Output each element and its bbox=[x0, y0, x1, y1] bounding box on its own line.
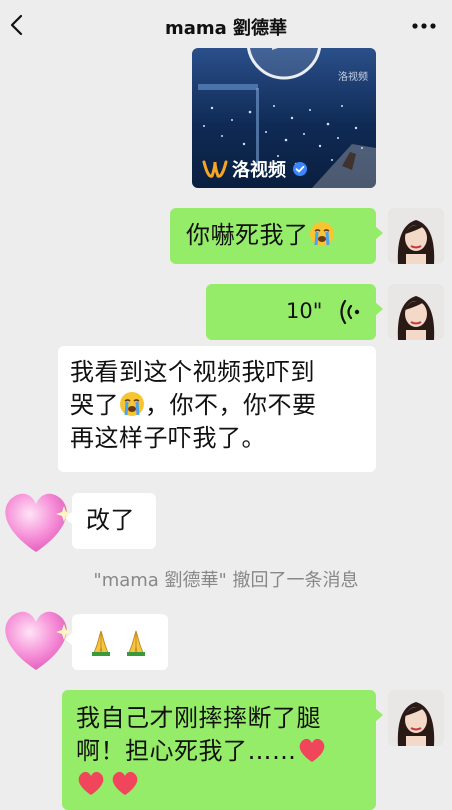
message-line: 哭了 ，你不，你不要 bbox=[70, 389, 376, 422]
avatar-self[interactable] bbox=[388, 284, 444, 340]
voice-message-bubble[interactable]: 10" bbox=[206, 284, 383, 340]
message-line: 我自己才刚摔摔断了腿 bbox=[76, 704, 321, 732]
message-line: 我看到这个视频我吓到 bbox=[70, 358, 315, 386]
navigation-bar: mama 劉德華 bbox=[0, 0, 452, 50]
message-text: 啊！担心死我了…… bbox=[76, 737, 297, 765]
red-heart-emoji bbox=[299, 738, 324, 762]
bubble-tail bbox=[65, 632, 73, 646]
bubble-tail bbox=[65, 511, 73, 525]
message-bubble-received[interactable] bbox=[65, 614, 168, 670]
voice-duration: 10" bbox=[286, 299, 323, 323]
crying-face-emoji bbox=[309, 222, 334, 246]
message-bubble-sent[interactable]: 我自己才刚摔摔断了腿 啊！担心死我了…… bbox=[62, 690, 383, 810]
avatar-portrait bbox=[388, 208, 444, 264]
message-bubble-received[interactable]: 我看到这个视频我吓到 哭了 ，你不，你不要 再这样子吓我了。 bbox=[58, 346, 376, 472]
praying-hands-emoji bbox=[127, 630, 146, 656]
praying-hands-emoji bbox=[92, 630, 110, 656]
video-share-card[interactable]: 洛视频 洛视频 bbox=[192, 48, 376, 188]
avatar-portrait bbox=[388, 284, 444, 340]
message-bubble-received[interactable]: 改了 bbox=[65, 493, 156, 549]
heart-avatar-icon bbox=[5, 493, 72, 552]
bubble-tail bbox=[375, 302, 383, 316]
message-text: ，你不，你不要 bbox=[145, 391, 317, 419]
video-brand: 洛视频 bbox=[202, 156, 308, 182]
recall-notice: "mama 劉德華" 撤回了一条消息 bbox=[93, 570, 359, 591]
message-line bbox=[76, 770, 376, 800]
message-text: 你嚇死我了 bbox=[186, 221, 309, 249]
bubble-tail bbox=[375, 708, 383, 722]
voice-wave-icon bbox=[340, 299, 360, 325]
message-text: 哭了 bbox=[70, 391, 119, 419]
verified-icon bbox=[293, 162, 307, 176]
message-bubble-sent[interactable]: 你嚇死我了 bbox=[170, 208, 383, 264]
message-line: 啊！担心死我了…… bbox=[76, 735, 376, 768]
video-watermark: 洛视频 bbox=[338, 72, 368, 83]
message-line: 再这样子吓我了。 bbox=[70, 424, 266, 452]
heart-avatar-icon bbox=[5, 611, 72, 670]
red-heart-emoji bbox=[112, 771, 138, 795]
chat-title: mama 劉德華 bbox=[164, 18, 288, 39]
more-dots-icon[interactable] bbox=[410, 16, 438, 36]
avatar-heart[interactable] bbox=[0, 604, 72, 676]
bubble-tail bbox=[375, 226, 383, 240]
avatar-self[interactable] bbox=[388, 208, 444, 264]
red-heart-emoji bbox=[78, 771, 104, 795]
avatar-heart[interactable] bbox=[0, 486, 72, 558]
crying-face-emoji bbox=[120, 392, 144, 416]
avatar-portrait bbox=[388, 690, 444, 746]
video-brand-name: 洛视频 bbox=[232, 160, 286, 181]
video-logo-icon bbox=[202, 160, 228, 178]
avatar-self[interactable] bbox=[388, 690, 444, 746]
message-text: 改了 bbox=[86, 506, 135, 534]
